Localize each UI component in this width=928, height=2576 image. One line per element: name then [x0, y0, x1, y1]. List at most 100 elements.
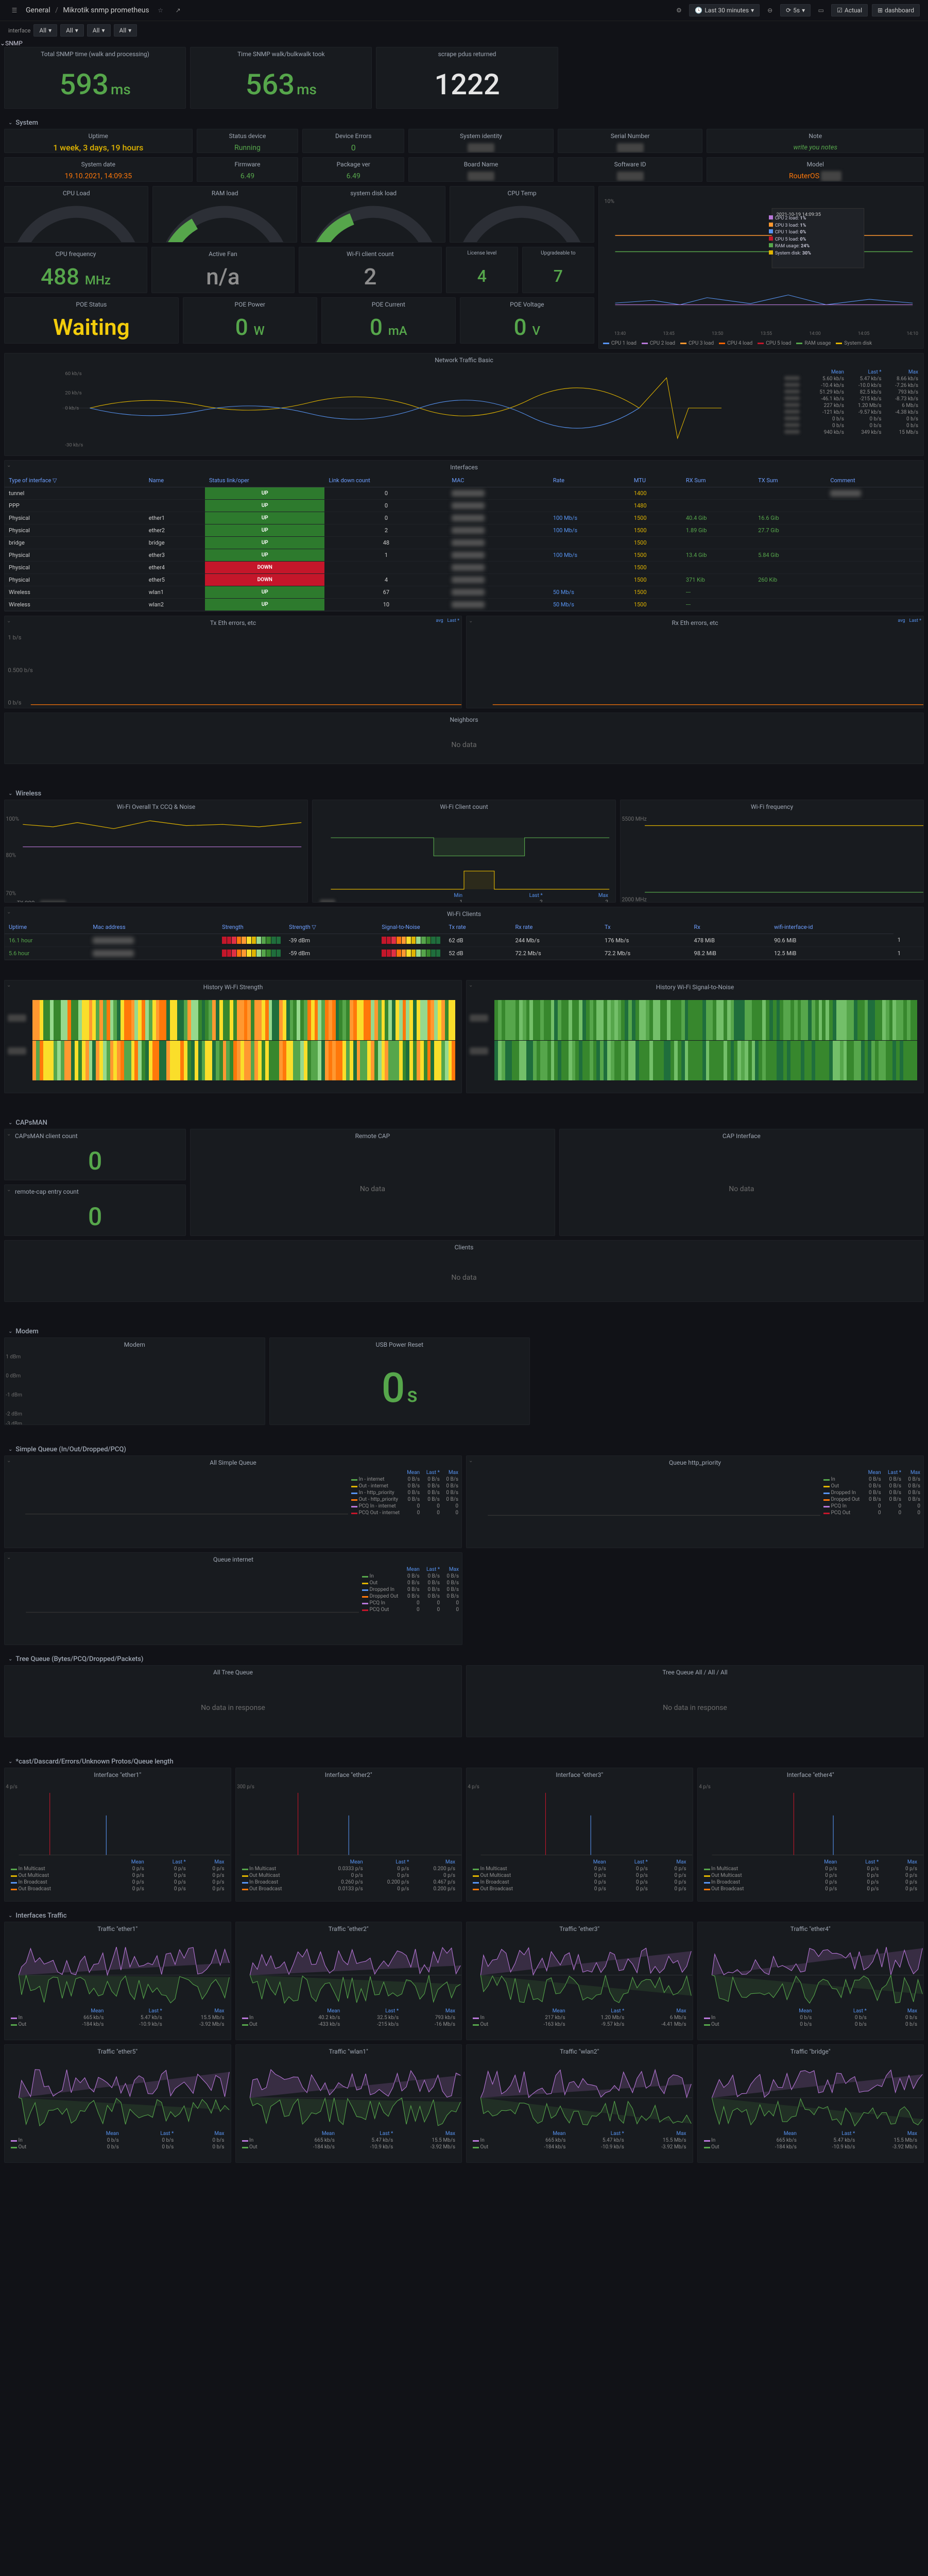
menu-icon[interactable]: ☰: [8, 4, 21, 16]
traffic-chart[interactable]: [5, 2058, 230, 2137]
var-interface[interactable]: All ▾: [33, 24, 57, 37]
section-cast-header[interactable]: ⌄*cast/Dascard/Errors/Unknown Protos/Que…: [0, 1752, 928, 1768]
actual-button[interactable]: ☑ Actual: [831, 4, 868, 16]
svg-text:-1 dBm: -1 dBm: [6, 1393, 22, 1398]
topbar: ☰ General / Mikrotik snmp prometheus ☆ ↗…: [0, 0, 928, 21]
time-range-picker[interactable]: 🕓 Last 30 minutes ▾: [689, 4, 760, 16]
section-wireless-header[interactable]: ⌄Wireless: [0, 784, 928, 800]
breadcrumb-root[interactable]: General: [26, 6, 50, 14]
traffic-chart[interactable]: [467, 1936, 692, 2014]
table-row[interactable]: 5.6 hourXX:XX:XX:XX:XX-59 dBm52 dB72.2 M…: [5, 947, 923, 960]
table-header[interactable]: RX Sum: [682, 474, 754, 487]
svg-text:-30 kb/s: -30 kb/s: [65, 443, 83, 448]
dashboard-button[interactable]: ⊞ dashboard: [872, 4, 920, 16]
wifi-ccq-chart[interactable]: 100%80%70%: [5, 814, 307, 899]
svg-text:0.500 b/s: 0.500 b/s: [8, 666, 33, 673]
panel-sysdate: System date19.10.2021, 14:09:35: [4, 157, 193, 182]
table-row[interactable]: PPPUP0XX:XX:XX:XX1480: [5, 500, 923, 512]
all-simple-queue-chart[interactable]: [5, 1469, 348, 1548]
table-header[interactable]: Link down count: [324, 474, 448, 487]
wifi-freq-chart[interactable]: 5500 MHz2000 MHz: [621, 814, 923, 903]
table-row[interactable]: tunnelUP0XX:XX:XX:XX1400x: [5, 487, 923, 500]
cast-chart[interactable]: 4 p/s: [698, 1782, 923, 1860]
table-row[interactable]: Physicalether5DOWN4XX:XX:XX:XX1500371 Ki…: [5, 574, 923, 586]
panel-wifi-clients: ⌄ Wi-Fi Clients UptimeMac addressStrengt…: [4, 907, 924, 960]
table-header[interactable]: Status link/oper: [205, 474, 325, 487]
table-row[interactable]: Wirelesswlan2UP10XX:XX:XX:XX50 Mb/s1500-…: [5, 599, 923, 611]
traffic-chart[interactable]: [467, 2058, 692, 2137]
section-capsman-header[interactable]: ⌄CAPsMAN: [0, 1113, 928, 1129]
table-header[interactable]: TX Sum: [754, 474, 826, 487]
panel-tree-queue-all: Tree Queue All / All / AllNo data in res…: [466, 1665, 924, 1737]
cast-chart[interactable]: 300 p/s: [236, 1782, 461, 1860]
network-traffic-chart[interactable]: 60 kb/s 20 kb/s 0 kb/s -30 kb/s: [5, 367, 779, 449]
panel-ram-load: RAM load24.1%: [152, 186, 297, 243]
cast-chart[interactable]: 4 p/s: [467, 1782, 692, 1860]
table-row[interactable]: Physicalether4DOWNXX:XX:XX:XX1500: [5, 562, 923, 574]
internet-queue-chart[interactable]: [5, 1566, 359, 1645]
table-header[interactable]: Rate: [549, 474, 630, 487]
breadcrumb: General / Mikrotik snmp prometheus: [26, 6, 149, 14]
section-simple-queue-header[interactable]: ⌄Simple Queue (In/Out/Dropped/PCQ): [0, 1439, 928, 1455]
breadcrumb-page[interactable]: Mikrotik snmp prometheus: [63, 6, 149, 14]
table-header[interactable]: MAC: [448, 474, 548, 487]
panel-collapse-icon[interactable]: ⌄: [7, 463, 11, 468]
var-filter-3[interactable]: All ▾: [114, 24, 138, 37]
cast-chart[interactable]: 4 p/s: [5, 1782, 230, 1860]
traffic-chart[interactable]: [236, 2058, 461, 2137]
panel-capsman-client-count: ⌄CAPsMAN client count0: [4, 1129, 186, 1180]
section-if-traffic-header[interactable]: ⌄Interfaces Traffic: [0, 1906, 928, 1922]
panel-wifi-count: Wi-Fi client count2: [299, 247, 442, 293]
table-row[interactable]: Physicalether1UP0XX:XX:XX:XX100 Mb/s1500…: [5, 512, 923, 524]
panel-network-traffic: Network Traffic Basic 60 kb/s 20 kb/s 0 …: [4, 353, 924, 456]
wifi-client-chart[interactable]: [313, 814, 615, 892]
chevron-down-icon: ⌄: [0, 40, 5, 47]
section-modem-header[interactable]: ⌄Modem: [0, 1321, 928, 1337]
panel-system-chart: 10% 2021-10-19 14:09:35 CPU 2 load: 1%CP…: [598, 186, 924, 349]
http-queue-chart[interactable]: [467, 1469, 820, 1548]
table-row[interactable]: Wirelesswlan1UP67XX:XX:XX:XX50 Mb/s1500-…: [5, 586, 923, 599]
traffic-chart[interactable]: [698, 1936, 923, 2014]
section-snmp-header[interactable]: ⌄SNMP: [0, 40, 928, 47]
table-row[interactable]: bridgebridgeUP48XX:XX:XX:XX1500: [5, 537, 923, 549]
refresh-button[interactable]: ⟳ 5s ▾: [780, 4, 811, 16]
table-header[interactable]: Name: [145, 474, 205, 487]
section-tree-queue-header[interactable]: ⌄Tree Queue (Bytes/PCQ/Dropped/Packets): [0, 1649, 928, 1665]
network-traffic-legend: MeanLast *Max5.60 kb/s5.47 kb/s8.66 kb/s…: [779, 367, 923, 449]
share-icon[interactable]: ↗: [172, 4, 184, 16]
panel-snmp-pdus: scrape pdus returned 1222: [376, 47, 558, 109]
star-icon[interactable]: ☆: [154, 4, 167, 16]
chart-tooltip: CPU 2 load: 1%CPU 3 load: 1%CPU 1 load: …: [769, 215, 811, 257]
panel-traffic: Traffic "ether4"MeanLast *Max In0 b/s0 b…: [697, 1922, 924, 2040]
panel-identity: System identityhidden: [408, 129, 554, 153]
traffic-chart[interactable]: [5, 1936, 230, 2014]
modem-chart[interactable]: 1 dBm0 dBm-1 dBm-2 dBm-3 dBm: [5, 1351, 265, 1425]
svg-text:60 kb/s: 60 kb/s: [65, 371, 81, 377]
table-header[interactable]: MTU: [630, 474, 682, 487]
monitor-icon[interactable]: ▭: [815, 4, 827, 16]
table-header[interactable]: Type of interface ▽: [5, 474, 145, 487]
svg-text:70%: 70%: [6, 890, 16, 897]
panel-rx-errors: ⌄ Rx Eth errors, etc avgLast *: [466, 616, 924, 708]
section-system-header[interactable]: ⌄System: [0, 113, 928, 129]
gear-icon[interactable]: ⚙: [673, 4, 685, 16]
table-row[interactable]: 16.1 hourXX:XX:XX:XX:XX-39 dBm62 dB244 M…: [5, 934, 923, 947]
traffic-chart[interactable]: [236, 1936, 461, 2014]
table-header[interactable]: Comment: [826, 474, 923, 487]
var-filter-2[interactable]: All ▾: [87, 24, 111, 37]
panel-poe-voltage: POE Voltage0 V: [460, 297, 594, 344]
table-row[interactable]: Physicalether3UP1XX:XX:XX:XX100 Mb/s1500…: [5, 549, 923, 562]
svg-text:5500 MHz: 5500 MHz: [622, 816, 646, 822]
var-filter-1[interactable]: All ▾: [60, 24, 84, 37]
panel-poe-status: POE StatusWaiting: [4, 297, 179, 344]
panel-note: Notewrite you notes: [707, 129, 924, 153]
rx-errors-chart[interactable]: [467, 630, 923, 708]
svg-text:1 b/s: 1 b/s: [8, 634, 21, 641]
tx-errors-chart[interactable]: 1 b/s0.500 b/s0 b/s: [5, 630, 461, 708]
table-row[interactable]: Physicalether2UP2XX:XX:XX:XX100 Mb/s1500…: [5, 524, 923, 537]
strength-heatmap[interactable]: [30, 998, 457, 1082]
zoom-out-icon[interactable]: ⊖: [764, 4, 776, 16]
snr-heatmap[interactable]: [492, 998, 919, 1082]
system-load-chart[interactable]: 10% 2021-10-19 14:09:35: [599, 187, 923, 338]
traffic-chart[interactable]: [698, 2058, 923, 2137]
